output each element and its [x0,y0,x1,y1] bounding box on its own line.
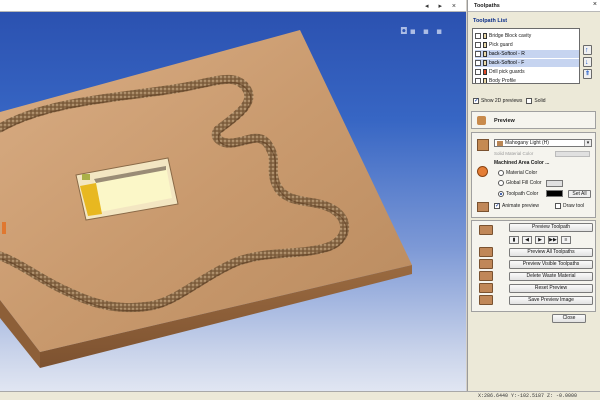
arrow-up-icon: ↑ [585,47,589,54]
status-bar: X:286.6440 Y:-102.5187 Z: -0.0000 [0,391,600,400]
viewport-titlebar: ◂ ▸ × [0,0,466,12]
list-item[interactable]: Bridge Block cavity [475,32,579,40]
panel-title: Toolpaths [474,3,500,9]
fast-forward-button[interactable]: ▶▶ [548,236,558,244]
radio-label: Material Color [506,170,538,176]
preview-all-icon [479,247,493,257]
toolpath-icon [483,78,487,83]
chevron-down-icon[interactable]: ▾ [584,140,591,146]
show-2d-previews-toggle[interactable]: Show 2D previews Solid [473,97,546,104]
move-down-button[interactable]: ↓ [583,57,592,67]
delete-waste-button[interactable]: Delete Waste Material [509,272,593,281]
checkbox[interactable] [475,42,481,48]
toolpath-color-swatch[interactable] [546,190,563,197]
toolpath-icon [483,33,487,39]
set-all-button[interactable]: Set All [568,190,591,198]
pause-button[interactable]: ▮ [509,236,519,244]
select-value: Mahogany Light (H) [505,140,549,146]
radio[interactable] [498,170,504,176]
material-settings: Mahogany Light (H) ▾ Solid Material Colo… [471,132,596,218]
toolpath-label: back-Softool - R [489,51,525,57]
toolpath-label: Bridge Block cavity [489,33,532,39]
toolpath-label: Drill pick guards [489,69,525,75]
drill-toolpath-icon [483,69,487,75]
save-preview-image-button[interactable]: Save Preview Image [509,296,593,305]
3d-viewport[interactable]: ◂ ▸ × ◘▪ ▪ ▪ [0,0,466,400]
checkbox[interactable] [475,78,481,83]
toolpath-preview-icon [479,225,493,235]
checkbox[interactable] [475,33,481,39]
preview-all-button[interactable]: Preview All Toolpaths [509,248,593,257]
toolpath-list[interactable]: Bridge Block cavity Pick guard back-Soft… [472,28,580,84]
collapse-button[interactable]: ⇑ [583,69,592,79]
list-item[interactable]: back-Softool - F [475,59,579,67]
preview-visible-icon [479,259,493,269]
logo-watermark: ◘▪ ▪ ▪ [400,27,445,37]
checkbox-label: Animate preview [502,203,539,209]
list-item[interactable]: Body Profile [475,77,579,84]
checkbox-label: Show 2D previews [481,98,523,104]
toolpath-label: Pick guard [489,42,513,48]
solid-checkbox[interactable] [526,98,533,104]
delete-waste-icon [479,271,493,281]
solid-material-color-label: Solid Material Color [494,151,534,156]
checkbox[interactable] [475,51,481,57]
toolpath-list-header: Toolpath List [473,18,508,24]
radio-label: Global Fill Color [506,180,542,186]
wood-swatch-icon [497,141,503,146]
checkbox[interactable] [475,60,481,66]
radio-toolpath-color[interactable]: Toolpath Color [498,191,538,197]
preview-visible-button[interactable]: Preview Visible Toolpaths [509,260,593,269]
play-backward-button[interactable]: ◀ [522,236,532,244]
animate-icon [477,202,489,212]
checkbox[interactable] [475,69,481,75]
radio-material-color[interactable]: Material Color [498,170,537,176]
machined-area-icon [477,166,488,177]
radio[interactable] [498,191,504,197]
guitar-body-preview [0,30,412,368]
radio[interactable] [498,180,504,186]
section-title: Preview [494,118,515,124]
coordinates-readout: X:286.6440 Y:-102.5187 Z: -0.0000 [478,393,578,399]
reset-preview-button[interactable]: Reset Preview [509,284,593,293]
checkbox[interactable] [555,203,561,209]
animate-preview-toggle[interactable]: Animate preview [494,202,539,209]
list-item[interactable]: back-Softool - R [475,50,579,58]
play-button[interactable]: ▶ [535,236,545,244]
radio-label: Toolpath Color [506,191,539,197]
checkbox[interactable] [473,97,479,104]
checkbox[interactable] [494,202,500,209]
close-button[interactable]: Close [552,314,586,323]
toolpath-icon [483,42,487,48]
draw-tool-toggle[interactable]: Draw tool [555,203,584,209]
preview-toolpath-button[interactable]: Preview Toolpath [509,223,593,232]
move-up-button[interactable]: ↑ [583,45,592,55]
material-select[interactable]: Mahogany Light (H) ▾ [494,139,592,147]
toolpath-label: back-Softool - F [489,60,525,66]
preview-actions: Preview Toolpath ▮ ◀ ▶ ▶▶ ≡ Preview All … [471,220,596,312]
material-swatch-icon [477,139,489,151]
panel-titlebar: Toolpaths × [468,0,600,12]
machined-area-label: Machined Area Color ... [494,160,550,166]
radio-global-fill-color[interactable]: Global Fill Color [498,180,542,186]
arrow-down-icon: ↓ [585,59,589,66]
chevron-up-icon: ⇑ [585,71,591,77]
toolpath-icon [483,60,487,66]
save-image-icon [479,295,493,305]
global-fill-swatch[interactable] [546,180,563,187]
checkbox-label: Draw tool [563,203,585,209]
solid-color-dropdown[interactable] [555,151,590,157]
viewport-window-controls[interactable]: ◂ ▸ × [425,2,460,10]
toolpath-icon [483,51,487,57]
close-icon[interactable]: × [593,1,597,8]
list-item[interactable]: Pick guard [475,41,579,49]
reset-icon [479,283,493,293]
preview-icon [477,116,486,125]
list-item[interactable]: Drill pick guards [475,68,579,76]
toolpath-label: Body Profile [489,78,516,84]
preview-section-header[interactable]: Preview [471,111,596,129]
checkbox-label: Solid [534,98,546,104]
speed-button[interactable]: ≡ [561,236,571,244]
